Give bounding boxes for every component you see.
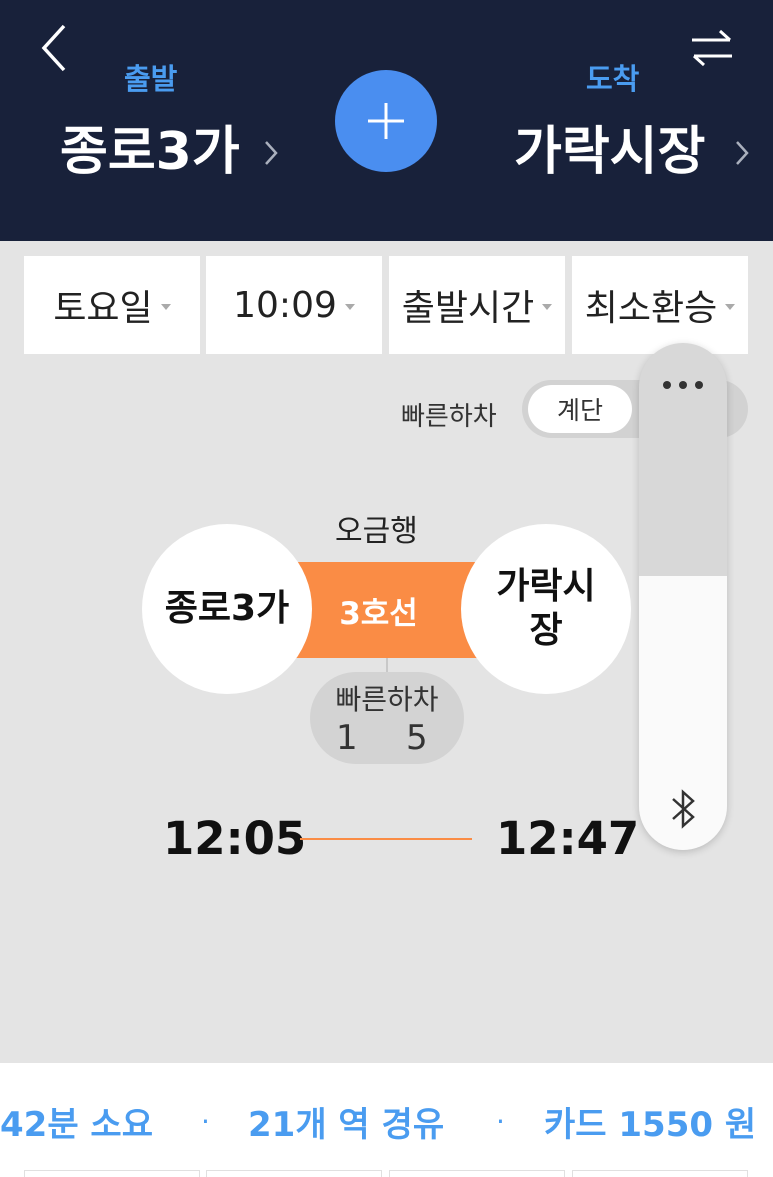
route-to-station-name: 가락시장: [496, 566, 596, 651]
departure-time: 12:05: [163, 812, 307, 865]
line-name: 3호선: [339, 595, 418, 632]
summary-duration: 42분 소요: [0, 1105, 153, 1145]
fast-exit-car: 1: [336, 718, 358, 758]
fast-exit-door: 5: [406, 718, 428, 758]
departure-label: 출발: [124, 62, 178, 96]
summary-separator: ·: [496, 1105, 505, 1138]
route-from-station-name: 종로3가: [164, 588, 290, 629]
fast-exit-label: 빠른하차: [401, 402, 497, 432]
departure-station[interactable]: 종로3가: [60, 112, 240, 192]
chevron-right-icon[interactable]: [733, 138, 751, 168]
caret-down-icon: [344, 304, 355, 310]
chevron-right-icon[interactable]: [262, 138, 280, 168]
plus-icon: [368, 103, 404, 139]
more-horizontal-icon[interactable]: [659, 373, 707, 397]
line-segment[interactable]: 3호선: [290, 562, 485, 658]
day-selector[interactable]: 토요일: [24, 256, 200, 354]
arrival-time: 12:47: [496, 812, 640, 865]
tab-cell[interactable]: [572, 1170, 748, 1177]
day-value: 토요일: [53, 288, 153, 329]
caret-down-icon: [542, 304, 553, 310]
route-mode-selector[interactable]: 최소환승: [572, 256, 748, 354]
arrival-label: 도착: [586, 62, 640, 96]
volume-panel[interactable]: [639, 343, 727, 850]
route-header: 출발 도착 종로3가 가락시장: [0, 0, 773, 241]
time-selector[interactable]: 10:09: [206, 256, 382, 354]
tab-cell[interactable]: [24, 1170, 200, 1177]
tab-cell[interactable]: [389, 1170, 565, 1177]
time-value: 10:09: [233, 284, 337, 326]
tab-cell[interactable]: [206, 1170, 382, 1177]
time-connector: [300, 838, 472, 840]
train-direction: 오금행: [335, 514, 418, 549]
caret-down-icon: [160, 304, 171, 310]
route-from-station[interactable]: 종로3가: [142, 524, 312, 694]
summary-stops: 21개 역 경유: [248, 1105, 445, 1145]
fast-exit-info: 빠른하차 1 5: [310, 672, 464, 764]
add-waypoint-button[interactable]: [335, 70, 437, 172]
summary-separator: ·: [201, 1105, 210, 1138]
arrival-station[interactable]: 가락시장: [514, 112, 705, 192]
route-to-station[interactable]: 가락시장: [461, 524, 631, 694]
route-mode-value: 최소환승: [584, 288, 718, 329]
fast-exit-toggle-value[interactable]: 계단: [528, 385, 632, 433]
back-icon[interactable]: [36, 22, 76, 74]
fast-exit-info-title: 빠른하차: [335, 683, 439, 716]
swap-icon[interactable]: [688, 28, 736, 68]
bluetooth-icon[interactable]: [667, 788, 699, 830]
time-mode-selector[interactable]: 출발시간: [389, 256, 565, 354]
caret-down-icon: [725, 304, 736, 310]
summary-fare: 카드 1550 원: [544, 1105, 757, 1145]
time-mode-value: 출발시간: [401, 288, 535, 329]
